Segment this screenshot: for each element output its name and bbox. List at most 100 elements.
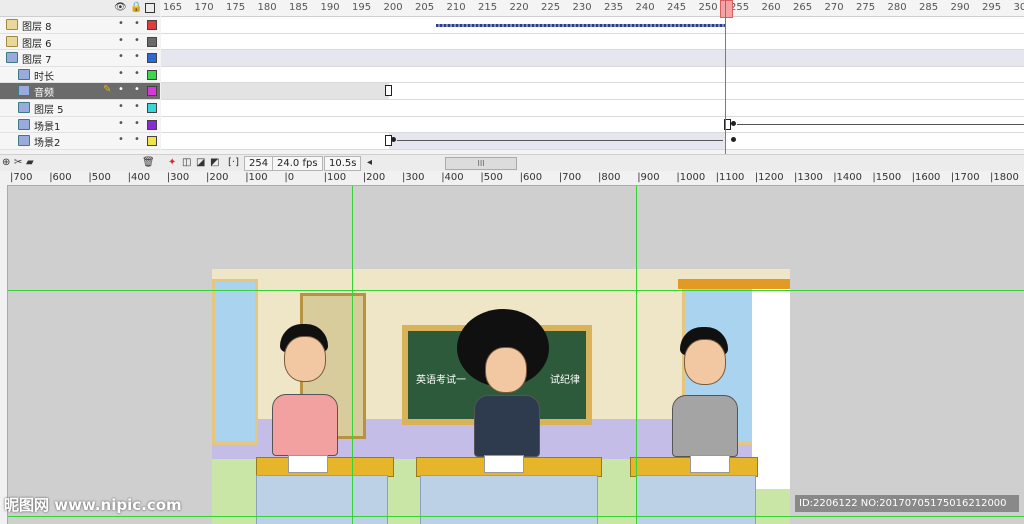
layer-color-swatch[interactable] — [147, 69, 157, 80]
onion-outline-icon[interactable]: ◪ — [196, 157, 205, 169]
layer-row[interactable]: 图层 8 • • — [0, 17, 160, 34]
layer-row[interactable]: 音频 ✎ • • — [0, 83, 160, 100]
layer-toggle-dot[interactable]: • — [134, 68, 140, 79]
layer-symbol-icon — [18, 68, 30, 80]
layer-toggle-dot[interactable]: • — [134, 134, 140, 145]
layer-color-swatch[interactable] — [147, 136, 157, 147]
curtain-rod — [678, 279, 790, 289]
layer-row[interactable]: 时长 • • — [0, 66, 160, 84]
layer-row[interactable]: 图层 6 • • — [0, 33, 160, 51]
layer-toggle-dot[interactable]: • — [134, 84, 140, 95]
stage-ruler-number: |0 — [284, 172, 295, 183]
guide-horizontal-1[interactable] — [8, 290, 1024, 291]
layer-toggle-dot[interactable]: • — [118, 51, 124, 62]
new-layer-icon[interactable]: ⊕ — [2, 157, 10, 169]
lock-icon[interactable]: 🔒 — [130, 2, 142, 13]
watermark-right: ID:2206122 NO:20170705175016212000 — [795, 495, 1019, 512]
frame-row[interactable] — [161, 83, 1024, 100]
board-text-right: 试纪律 — [550, 375, 580, 386]
frame-number: 295 — [982, 2, 1002, 13]
layer-color-swatch[interactable] — [147, 53, 157, 64]
fps-field[interactable]: 24.0 fps — [272, 156, 323, 171]
current-frame-field[interactable]: 254 — [244, 156, 274, 171]
layer-toggle-dot[interactable]: • — [134, 18, 140, 29]
board-text-left: 英语考试一 — [416, 375, 466, 386]
frame-row[interactable] — [161, 99, 1024, 117]
stage-ruler-number: |1000 — [676, 172, 706, 183]
guide-vertical-2[interactable] — [636, 186, 637, 524]
student-right-body — [672, 395, 738, 457]
layer-folder-icon — [6, 35, 18, 47]
guide-horizontal-2[interactable] — [8, 516, 1024, 517]
layer-row[interactable]: 图层 5 • • — [0, 99, 160, 117]
stage-vertical-ruler — [0, 185, 8, 524]
tween-line — [737, 123, 1024, 125]
layer-color-swatch[interactable] — [147, 119, 157, 130]
timeline-panel: 👁 🔒 165 170 175 180 185 190 195 200 205 210 215 220… — [0, 0, 1024, 171]
frame-row[interactable] — [161, 33, 1024, 51]
outline-icon[interactable] — [145, 3, 155, 13]
layer-toggle-dot[interactable]: • — [134, 118, 140, 129]
layer-toggle-dot[interactable]: • — [134, 35, 140, 46]
stage-ruler-number: |1500 — [872, 172, 902, 183]
layer-toggle-dot[interactable]: • — [134, 51, 140, 62]
classroom-scene[interactable]: 英语考试一 试纪律 — [212, 269, 790, 524]
student-center-body — [474, 395, 540, 457]
watermark-left: 昵图网 www.nipic.com — [4, 496, 182, 514]
playhead-handle[interactable] — [720, 0, 733, 18]
layer-row[interactable]: 场景1 • • — [0, 116, 160, 134]
stage-ruler-number: |1400 — [833, 172, 863, 183]
frame-ruler[interactable]: 165 170 175 180 185 190 195 200 205 210 215 220 225 2… — [161, 0, 1024, 17]
layer-name: 图层 7 — [22, 55, 52, 67]
paper-center — [484, 455, 524, 473]
keyframe[interactable] — [731, 120, 736, 126]
layer-toggle-dot[interactable]: • — [118, 118, 124, 129]
keyframe[interactable] — [731, 137, 736, 143]
keyframe[interactable] — [391, 137, 396, 143]
frame-row[interactable] — [161, 66, 1024, 84]
layer-row[interactable]: 场景2 • • — [0, 133, 160, 150]
frame-number: 245 — [667, 2, 687, 13]
edit-multiple-icon[interactable]: ◩ — [210, 157, 219, 169]
layer-toggle-dot[interactable]: • — [118, 134, 124, 145]
frame-row[interactable] — [161, 50, 1024, 67]
stage-horizontal-ruler: |700 |600 |500 |400 |300 |200 |100 |0 |100 |200 |3… — [0, 171, 1024, 186]
modify-markers-icon[interactable]: [·] — [228, 157, 239, 169]
guide-vertical-1[interactable] — [352, 186, 353, 524]
eye-icon[interactable]: 👁 — [114, 2, 127, 13]
frame-row[interactable] — [161, 116, 1024, 134]
delete-layer-icon[interactable]: 🗑 — [142, 157, 155, 169]
stage-ruler-number: |500 — [88, 172, 111, 183]
frame-number: 240 — [635, 2, 655, 13]
layer-toggle-dot[interactable]: • — [118, 18, 124, 29]
layer-toggle-dot[interactable]: • — [118, 35, 124, 46]
add-guide-icon[interactable]: ✂ — [14, 157, 22, 169]
layer-color-swatch[interactable] — [147, 86, 157, 97]
layer-color-swatch[interactable] — [147, 102, 157, 113]
frames-area[interactable] — [161, 17, 1024, 150]
stage-ruler-number: |300 — [166, 172, 190, 183]
stage-ruler-number: |200 — [206, 172, 229, 183]
scroll-left-icon[interactable]: ◂ — [367, 157, 372, 169]
layer-toggle-dot[interactable]: • — [134, 101, 140, 112]
frame-number: 185 — [289, 2, 309, 13]
layer-name: 音频 — [34, 88, 54, 100]
center-frame-icon[interactable]: ✦ — [168, 157, 176, 169]
onion-skin-icon[interactable]: ◫ — [182, 157, 191, 169]
keyframe[interactable] — [385, 85, 392, 97]
layer-toggle-dot[interactable]: • — [118, 84, 124, 95]
new-folder-icon[interactable]: ▰ — [26, 157, 34, 169]
layer-toggle-dot[interactable]: • — [118, 101, 124, 112]
elapsed-time-field[interactable]: 10.5s — [324, 156, 362, 171]
layer-name: 图层 5 — [34, 104, 64, 116]
layer-color-swatch[interactable] — [147, 36, 157, 47]
timeline-footer: ⊕ ✂ ▰ 🗑 ✦ ◫ ◪ ◩ [·] 254 24.0 fps 10.5s ◂… — [0, 154, 1024, 171]
horizontal-scrollbar[interactable]: III — [445, 157, 517, 170]
layer-toggle-dot[interactable]: • — [118, 68, 124, 79]
layer-row[interactable]: 图层 7 • • — [0, 50, 160, 67]
frame-row[interactable] — [161, 17, 1024, 34]
stage-ruler-number: |600 — [519, 172, 543, 183]
frame-row[interactable] — [161, 133, 1024, 150]
layer-color-swatch[interactable] — [147, 20, 157, 30]
frame-number: 215 — [478, 2, 498, 13]
